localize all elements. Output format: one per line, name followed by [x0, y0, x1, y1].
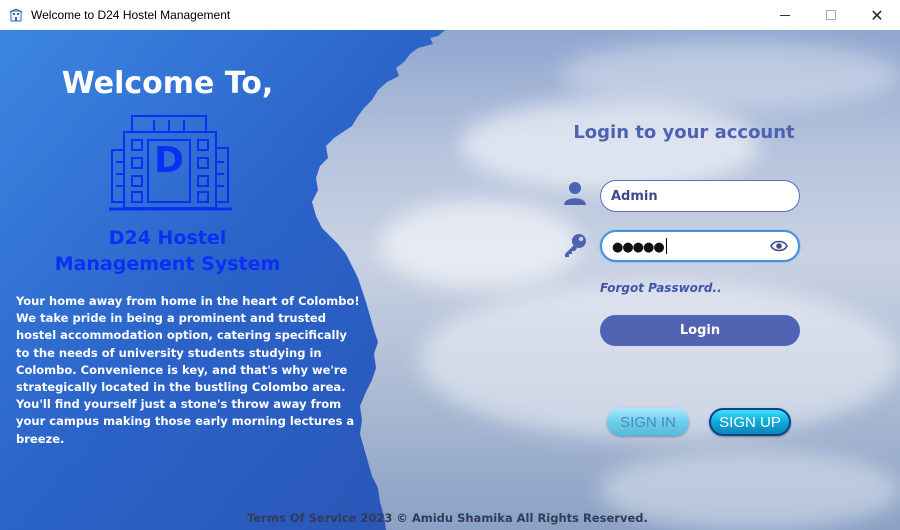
- logo-letter: D: [154, 140, 184, 181]
- sign-up-button[interactable]: SIGN UP: [709, 408, 791, 436]
- minimize-icon: [780, 14, 790, 16]
- about-text: Your home away from home in the heart of…: [16, 294, 360, 446]
- key-icon: [565, 234, 586, 257]
- maximize-button[interactable]: [808, 0, 854, 30]
- brand-name: D24 Hostel Management System: [0, 225, 335, 277]
- window-title: Welcome to D24 Hostel Management: [31, 8, 231, 22]
- username-input[interactable]: [611, 186, 771, 206]
- welcome-heading: Welcome To,: [61, 66, 274, 101]
- forgot-password-link[interactable]: Forgot Password..: [600, 281, 722, 295]
- footer-text: Terms Of Service 2023 © Amidu Shamika Al…: [247, 511, 648, 525]
- sign-in-button[interactable]: SIGN IN: [607, 408, 689, 436]
- main-area: Welcome To, D D24 Hostel Management Syst…: [0, 30, 900, 530]
- building-icon: [9, 8, 23, 22]
- left-blue-panel: [0, 30, 445, 530]
- maximize-icon: [826, 10, 836, 20]
- username-field[interactable]: [600, 180, 800, 212]
- window-controls: ✕: [762, 0, 900, 30]
- close-icon: ✕: [870, 5, 884, 25]
- password-input[interactable]: ●●●●●: [612, 238, 667, 255]
- app-window: Welcome to D24 Hostel Management ✕ Welco…: [0, 0, 900, 530]
- brand-line-2: Management System: [54, 253, 281, 275]
- user-icon: [564, 182, 586, 205]
- brand-line-1: D24 Hostel: [108, 227, 227, 249]
- login-title: Login to your account: [573, 122, 795, 143]
- login-button[interactable]: Login: [600, 315, 800, 346]
- title-bar: Welcome to D24 Hostel Management ✕: [0, 0, 900, 30]
- minimize-button[interactable]: [762, 0, 808, 30]
- eye-icon[interactable]: [770, 239, 788, 253]
- password-field[interactable]: ●●●●●: [600, 230, 800, 262]
- close-button[interactable]: ✕: [854, 0, 900, 30]
